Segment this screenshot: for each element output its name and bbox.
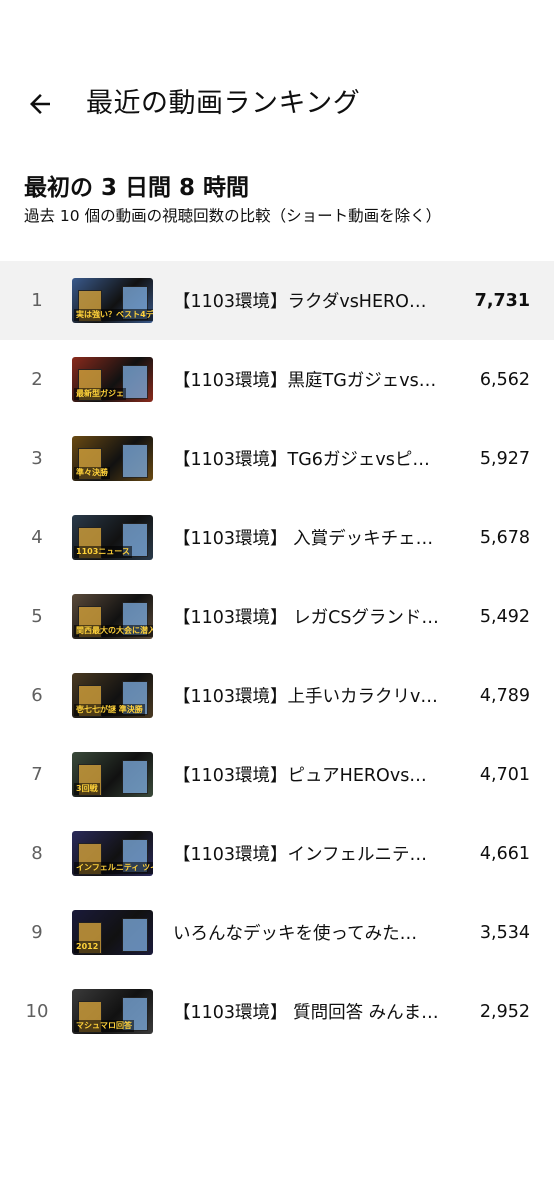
rank-number: 2	[31, 369, 43, 390]
thumbnail-art	[122, 760, 148, 794]
video-title: 【1103環境】 入賞デッキチェ…	[173, 498, 461, 577]
view-count: 5,492	[479, 606, 530, 627]
arrow-left-icon	[30, 94, 50, 114]
thumbnail-art	[122, 444, 148, 478]
video-title: 【1103環境】インフェルニテ…	[173, 814, 461, 893]
video-title-text: 【1103環境】インフェルニテ…	[173, 845, 428, 865]
thumbnail-caption: 最新型ガジェ	[74, 388, 126, 400]
thumbnail-caption: 関西最大の大会に潜入	[74, 625, 153, 637]
video-title-text: 【1103環境】 質問回答 みんま…	[173, 1003, 439, 1023]
thumbnail-art	[122, 918, 148, 952]
view-count: 4,661	[479, 843, 530, 864]
thumbnail-caption: 2012	[74, 941, 101, 953]
thumbnail-caption: インフェルニティ ツインコップの使い方	[74, 862, 153, 874]
video-thumbnail[interactable]: 関西最大の大会に潜入	[72, 594, 153, 639]
view-count: 5,927	[479, 448, 530, 469]
rank-number: 4	[31, 527, 43, 548]
rank-number: 7	[31, 764, 43, 785]
video-row[interactable]: 9 2012 いろんなデッキを使ってみた… 3,534	[0, 893, 554, 972]
video-title-text: いろんなデッキを使ってみた…	[173, 924, 418, 944]
rank-number: 6	[31, 685, 43, 706]
video-title-text: 【1103環境】 入賞デッキチェ…	[173, 529, 434, 549]
video-title: 【1103環境】ピュアHEROvs…	[173, 735, 461, 814]
view-count: 5,678	[479, 527, 530, 548]
video-row[interactable]: 1 実は強い？ベスト4デッキ 【1103環境】ラクダvsHERO… 7,731	[0, 261, 554, 340]
video-row[interactable]: 7 3回戦 【1103環境】ピュアHEROvs… 4,701	[0, 735, 554, 814]
thumbnail-caption: 1103ニュース	[74, 546, 132, 558]
video-thumbnail[interactable]: 2012	[72, 910, 153, 955]
rank-number: 10	[25, 1001, 49, 1022]
view-count: 4,701	[479, 764, 530, 785]
video-thumbnail[interactable]: 実は強い？ベスト4デッキ	[72, 278, 153, 323]
view-count: 4,789	[479, 685, 530, 706]
video-row[interactable]: 3 準々決勝 【1103環境】TG6ガジェvsピ… 5,927	[0, 419, 554, 498]
video-title: 【1103環境】上手いカラクリv…	[173, 656, 461, 735]
video-title-text: 【1103環境】 レガCSグランド…	[173, 608, 439, 628]
video-title-text: 【1103環境】黒庭TGガジェvs…	[173, 371, 437, 391]
thumbnail-caption: 実は強い？ベスト4デッキ	[74, 309, 153, 321]
rank-number: 1	[31, 290, 43, 311]
section-title: 最初の 3 日間 8 時間	[24, 175, 250, 201]
video-thumbnail[interactable]: 最新型ガジェ	[72, 357, 153, 402]
rank-number: 9	[31, 922, 43, 943]
video-title-text: 【1103環境】ラクダvsHERO…	[173, 292, 427, 312]
video-title-text: 【1103環境】TG6ガジェvsピ…	[173, 450, 430, 470]
video-thumbnail[interactable]: 準々決勝	[72, 436, 153, 481]
video-title: いろんなデッキを使ってみた…	[173, 893, 461, 972]
video-thumbnail[interactable]: 3回戦	[72, 752, 153, 797]
page-title: 最近の動画ランキング	[86, 88, 361, 119]
video-title: 【1103環境】TG6ガジェvsピ…	[173, 419, 461, 498]
thumbnail-caption: 準々決勝	[74, 467, 110, 479]
rank-number: 3	[31, 448, 43, 469]
video-title-text: 【1103環境】ピュアHEROvs…	[173, 766, 427, 786]
video-title: 【1103環境】黒庭TGガジェvs…	[173, 340, 461, 419]
video-row[interactable]: 6 壱七七が謎 準決勝 【1103環境】上手いカラクリv… 4,789	[0, 656, 554, 735]
video-row[interactable]: 2 最新型ガジェ 【1103環境】黒庭TGガジェvs… 6,562	[0, 340, 554, 419]
thumbnail-caption: 3回戦	[74, 783, 100, 795]
ranking-screen: 最近の動画ランキング 最初の 3 日間 8 時間 過去 10 個の動画の視聴回数…	[0, 0, 554, 1200]
view-count: 2,952	[479, 1001, 530, 1022]
rank-number: 5	[31, 606, 43, 627]
video-title-text: 【1103環境】上手いカラクリv…	[173, 687, 438, 707]
video-ranking-list: 1 実は強い？ベスト4デッキ 【1103環境】ラクダvsHERO… 7,731 2 最新型…	[0, 261, 554, 1051]
video-row[interactable]: 8 インフェルニティ ツインコップの使い方 【1103環境】インフェルニテ… 4,66…	[0, 814, 554, 893]
thumbnail-caption: マシュマロ回答	[74, 1020, 134, 1032]
video-title: 【1103環境】ラクダvsHERO…	[173, 261, 461, 340]
video-thumbnail[interactable]: 1103ニュース	[72, 515, 153, 560]
video-thumbnail[interactable]: インフェルニティ ツインコップの使い方	[72, 831, 153, 876]
video-title: 【1103環境】 質問回答 みんま…	[173, 972, 461, 1051]
video-row[interactable]: 4 1103ニュース 【1103環境】 入賞デッキチェ… 5,678	[0, 498, 554, 577]
thumbnail-caption: 壱七七が謎 準決勝	[74, 704, 145, 716]
rank-number: 8	[31, 843, 43, 864]
video-title: 【1103環境】 レガCSグランド…	[173, 577, 461, 656]
back-button[interactable]	[22, 86, 58, 122]
section-subtitle: 過去 10 個の動画の視聴回数の比較（ショート動画を除く）	[24, 207, 442, 225]
video-row[interactable]: 5 関西最大の大会に潜入 【1103環境】 レガCSグランド… 5,492	[0, 577, 554, 656]
app-bar: 最近の動画ランキング	[0, 70, 554, 140]
view-count: 7,731	[474, 290, 530, 311]
video-thumbnail[interactable]: マシュマロ回答	[72, 989, 153, 1034]
video-row[interactable]: 10 マシュマロ回答 【1103環境】 質問回答 みんま… 2,952	[0, 972, 554, 1051]
video-thumbnail[interactable]: 壱七七が謎 準決勝	[72, 673, 153, 718]
view-count: 6,562	[479, 369, 530, 390]
view-count: 3,534	[479, 922, 530, 943]
